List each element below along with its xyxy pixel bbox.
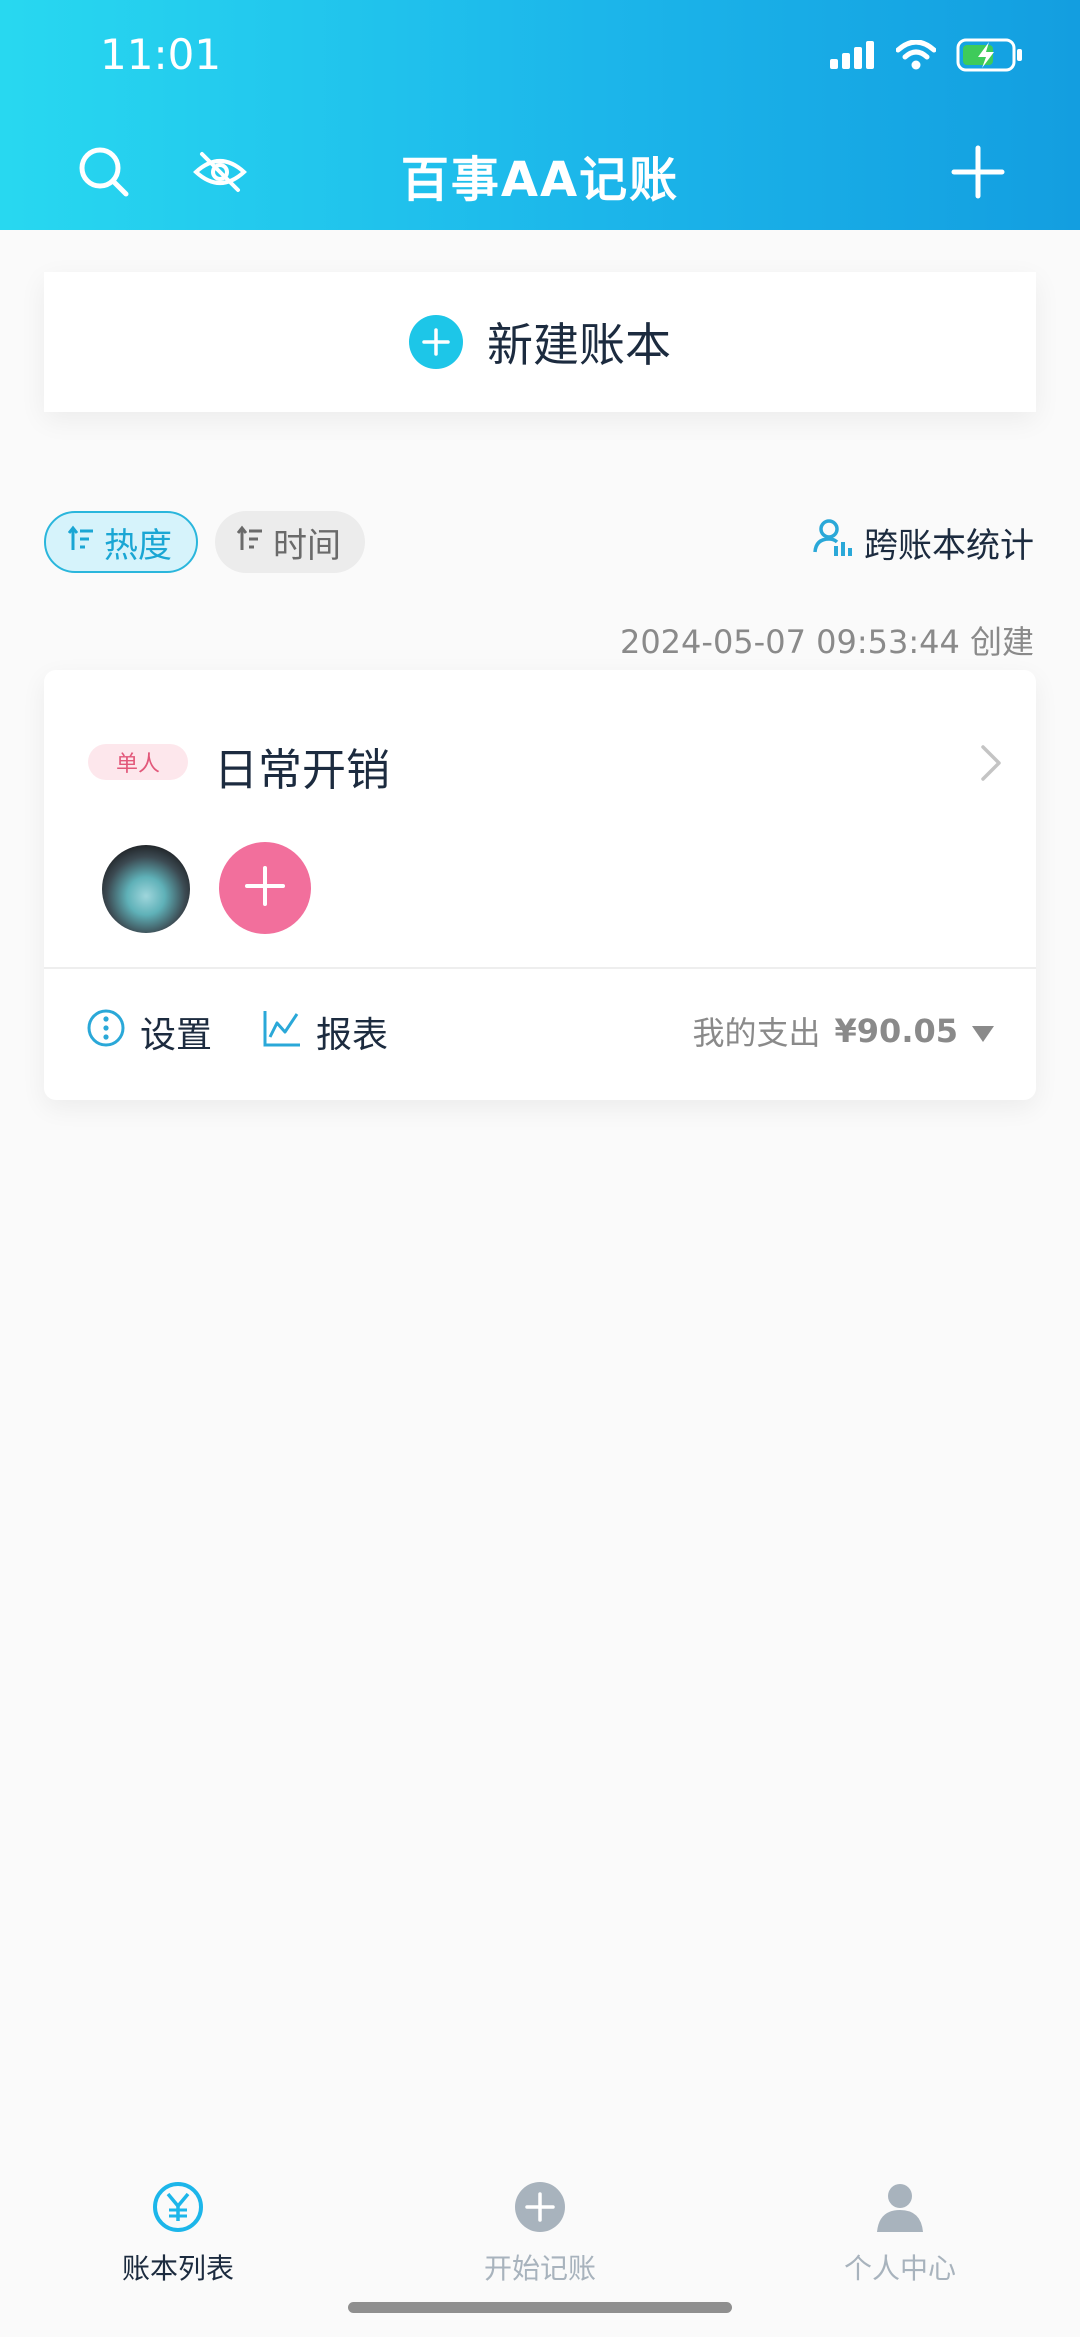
- battery-icon: [956, 38, 1024, 76]
- tab-label: 账本列表: [121, 2252, 234, 2285]
- wifi-icon: [895, 39, 937, 74]
- cross-stats-label: 跨账本统计: [864, 526, 1034, 566]
- book-name: 日常开销: [214, 745, 390, 796]
- stats-user-icon: [812, 518, 852, 567]
- created-timestamp: 2024-05-07 09:53:44 创建: [619, 623, 1034, 661]
- app-header: 11:01 百事AA记账: [0, 0, 1080, 230]
- tab-start-bookkeeping[interactable]: 开始记账: [420, 2180, 660, 2287]
- tab-label: 开始记账: [483, 2252, 596, 2285]
- sort-hot-label: 热度: [104, 525, 172, 566]
- card-divider: [44, 967, 1036, 969]
- cross-book-stats-button[interactable]: 跨账本统计: [812, 518, 1034, 567]
- report-button[interactable]: 报表: [262, 1006, 388, 1058]
- book-type-badge: 单人: [88, 744, 188, 780]
- tab-book-list[interactable]: 账本列表: [58, 2180, 298, 2287]
- sort-by-time-chip[interactable]: 时间: [215, 511, 365, 573]
- plus-circle-icon: [409, 315, 463, 369]
- add-button[interactable]: [946, 142, 1010, 206]
- book-card[interactable]: 单人 日常开销 设置 报表 我的支出 ¥90.05: [44, 670, 1036, 1100]
- avatar[interactable]: [102, 845, 190, 933]
- plus-icon: [950, 144, 1006, 204]
- new-book-label: 新建账本: [487, 318, 671, 372]
- add-circle-icon: [513, 2180, 567, 2241]
- person-icon: [873, 2180, 927, 2241]
- settings-label: 设置: [140, 1015, 213, 1056]
- caret-down-icon: [972, 1012, 994, 1050]
- sort-time-label: 时间: [273, 525, 341, 566]
- settings-button[interactable]: 设置: [86, 1006, 212, 1058]
- status-time: 11:01: [100, 30, 222, 79]
- status-icons: [830, 38, 1024, 76]
- spend-amount: ¥90.05: [834, 1012, 958, 1050]
- my-spending[interactable]: 我的支出 ¥90.05: [692, 1008, 994, 1054]
- sort-by-hot-chip[interactable]: 热度: [44, 511, 198, 573]
- add-member-button[interactable]: [219, 842, 311, 934]
- more-circle-icon: [86, 1008, 126, 1057]
- home-indicator: [348, 2302, 732, 2313]
- signal-icon: [830, 41, 876, 73]
- plus-icon: [241, 862, 289, 914]
- new-book-button[interactable]: 新建账本: [44, 272, 1036, 412]
- line-chart-icon: [262, 1008, 302, 1057]
- page-title: 百事AA记账: [400, 152, 680, 208]
- spend-label: 我的支出: [692, 1014, 821, 1052]
- sort-icon: [236, 522, 265, 562]
- chevron-right-icon[interactable]: [980, 744, 1002, 786]
- yuan-circle-icon: [151, 2180, 205, 2241]
- sort-icon: [67, 522, 96, 562]
- tab-label: 个人中心: [843, 2252, 956, 2285]
- tab-profile[interactable]: 个人中心: [780, 2180, 1020, 2287]
- report-label: 报表: [316, 1015, 389, 1056]
